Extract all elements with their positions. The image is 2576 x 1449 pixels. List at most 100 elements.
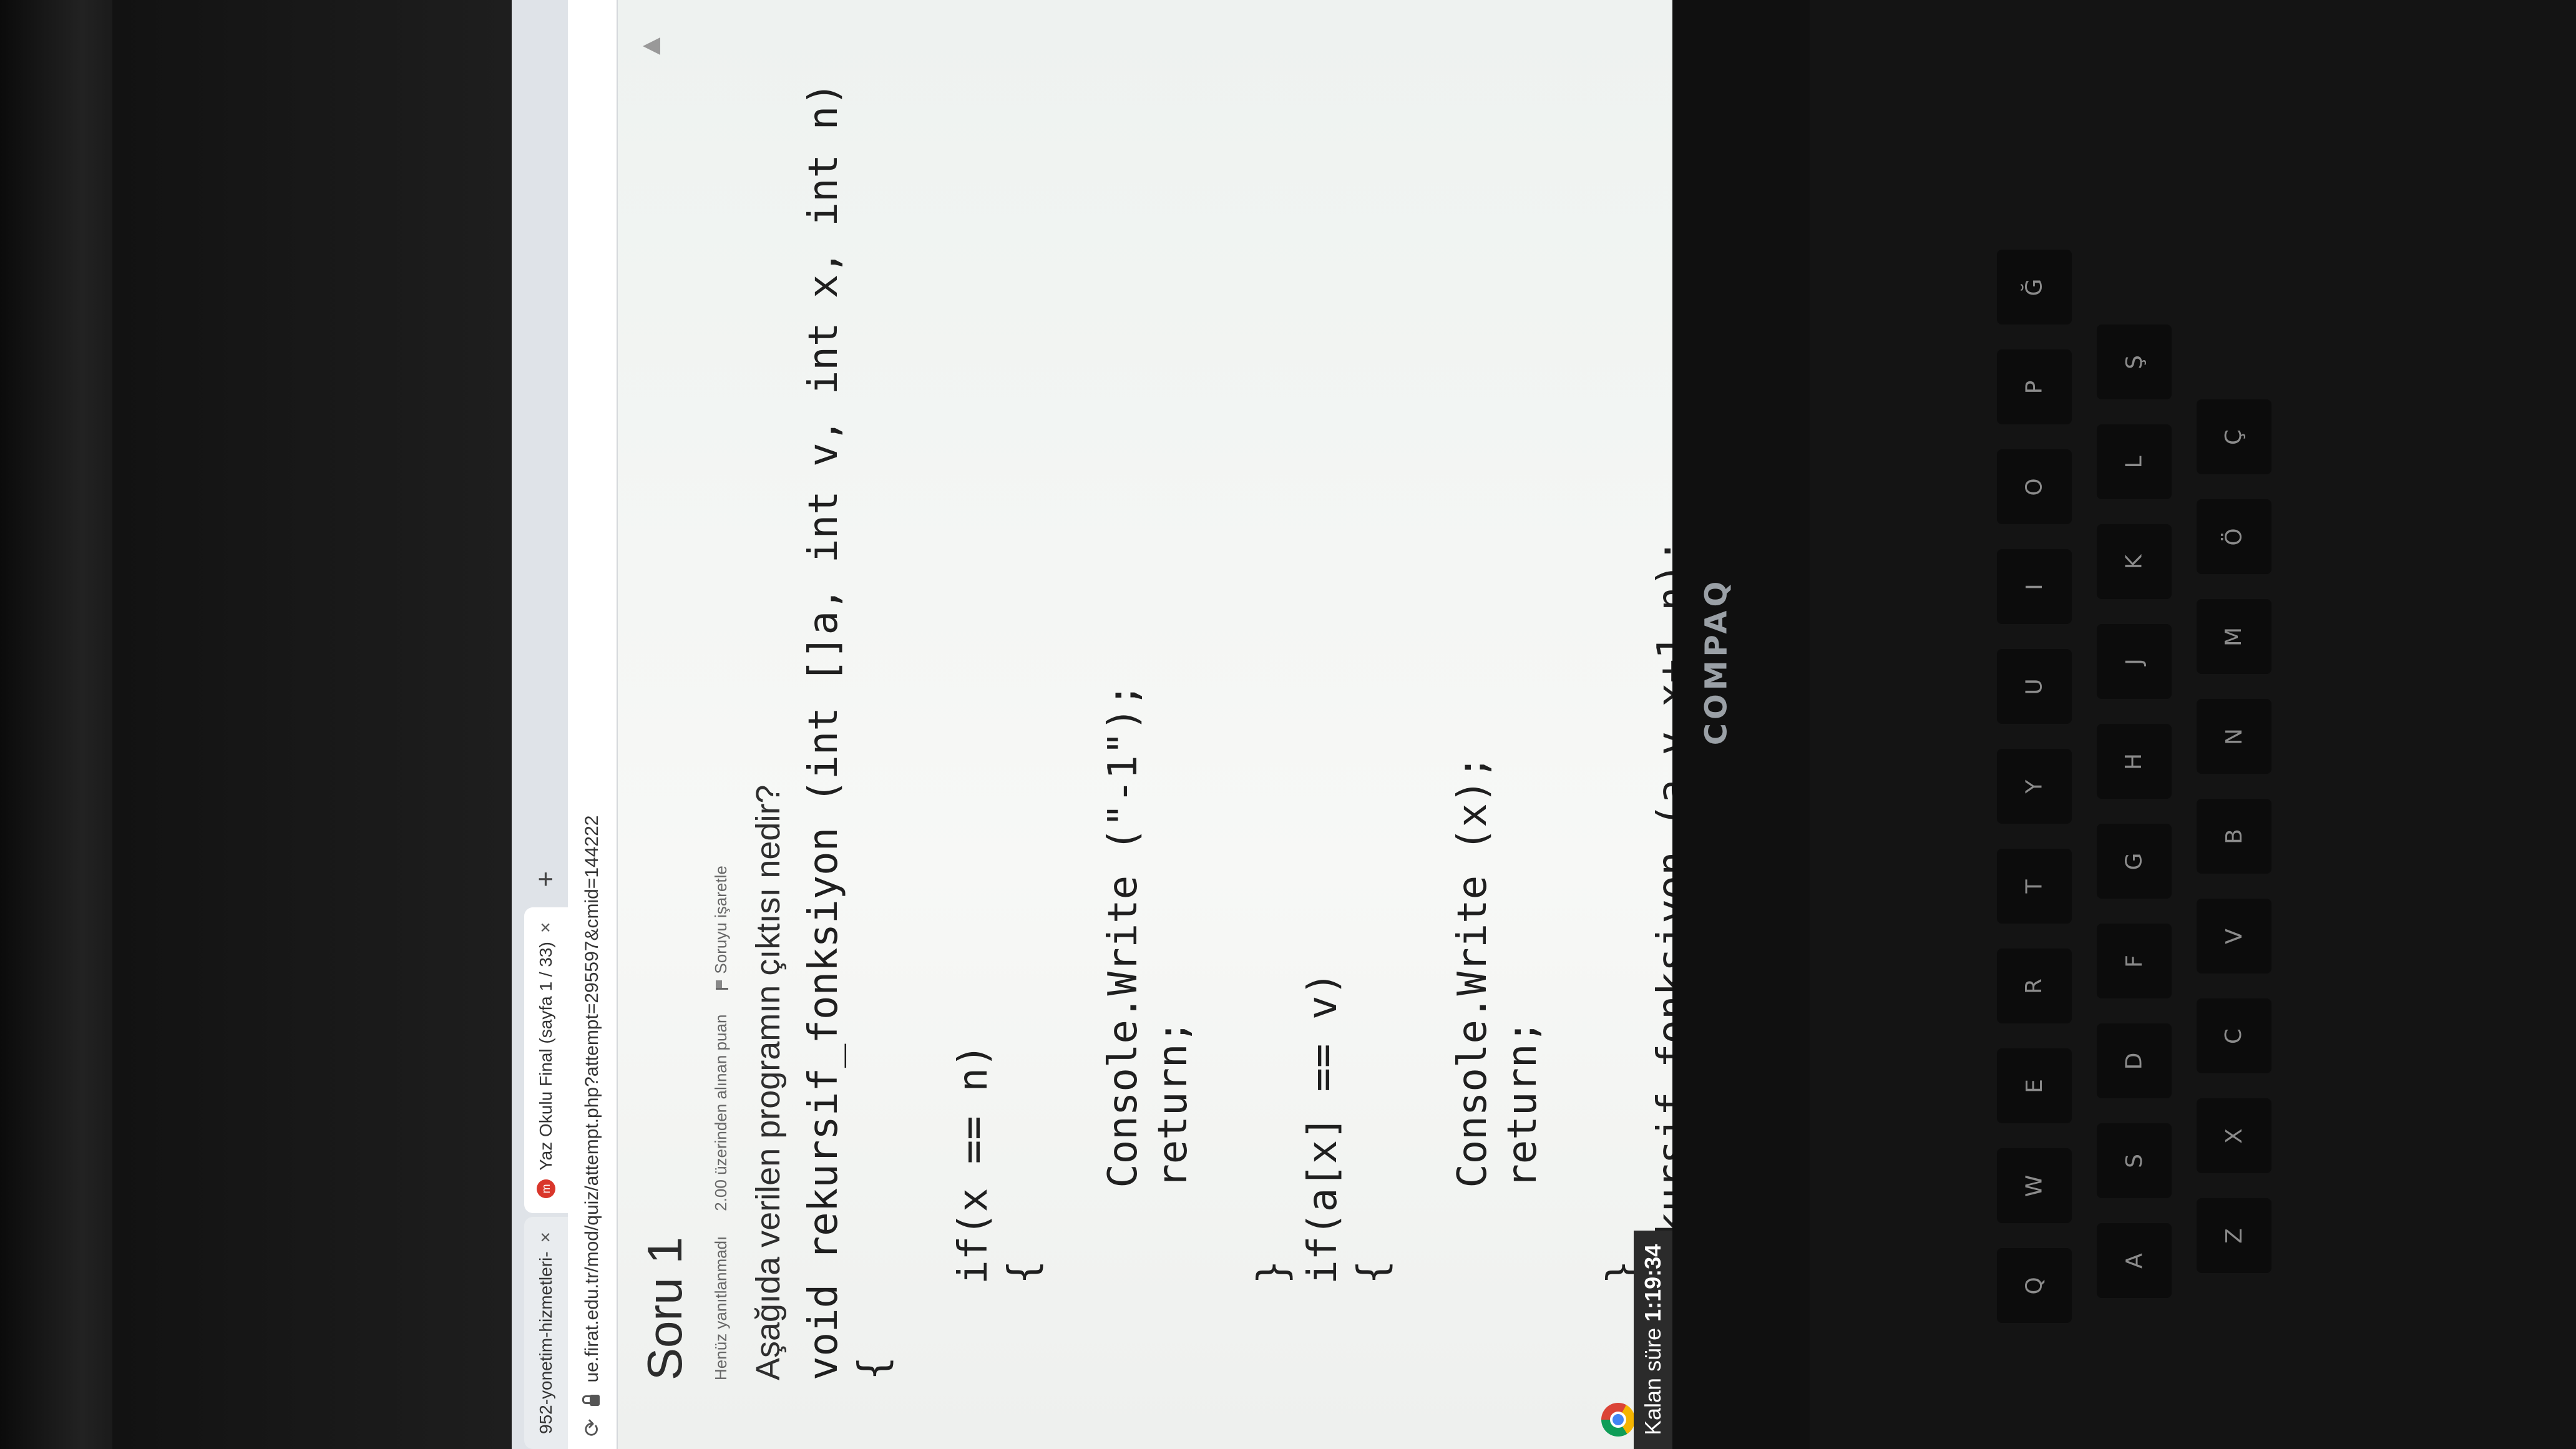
key-j: J [2097,624,2172,699]
laptop-bezel-top [112,0,512,1449]
code-line: if(a[x] == v) [1300,971,1346,1380]
lock-icon [590,1395,600,1407]
key-label: J [2121,658,2147,665]
code-line: } [1599,1260,1646,1380]
question-points: 2.00 üzerinden alınan puan [711,1014,730,1211]
key-p: P [1997,349,2072,424]
code-line: { [1000,1260,1046,1380]
key-l: L [2097,424,2172,499]
key-e: E [1997,1048,2072,1123]
key-t: T [1997,849,2072,924]
key-label: D [2121,1052,2147,1070]
code-line: { [851,1356,897,1380]
key-f: F [2097,924,2172,998]
key-label: F [2121,954,2147,968]
key-label: Ç [2221,429,2247,445]
key-label: O [2021,477,2047,496]
key-n: N [2197,699,2271,774]
key-label: W [2021,1174,2047,1197]
key-o: O [1997,449,2072,524]
question-meta: Henüz yanıtlanmadı 2.00 üzerinden alınan… [711,866,731,1380]
timer-label: Kalan süre [1640,1327,1666,1435]
key-label: T [2021,879,2047,893]
time-remaining: Kalan süre 1:19:34 [1634,1230,1672,1449]
key-label: X [2221,1128,2247,1144]
key-label: H [2121,753,2147,770]
key-h: H [2097,724,2172,799]
question-title: Soru 1 [637,1237,692,1380]
key-k: K [2097,524,2172,599]
photo-scene: 952-yonetim-hizmetleri- × m Yaz Okulu Fi… [0,0,2576,1449]
timer-value: 1:19:34 [1640,1244,1666,1322]
key-label: C [2221,1028,2247,1044]
key-label: Q [2021,1276,2047,1295]
close-icon[interactable]: × [535,922,557,934]
address-bar[interactable]: ⟳ ue.firat.edu.tr/mod/quiz/attempt.php?a… [568,0,618,1449]
key-label: S [2121,1153,2147,1168]
key-label: Ğ [2021,278,2047,296]
key-label: A [2121,1252,2147,1269]
tab-yonetim[interactable]: 952-yonetim-hizmetleri- × [524,1216,568,1449]
code-line: Console.Write ("-1"); [1100,683,1146,1380]
key-label: L [2121,455,2147,469]
tab-label: Yaz Okulu Final (sayfa 1 / 33) [536,942,555,1171]
key-ö: Ö [2197,499,2271,574]
key-label: R [2021,978,2047,994]
code-line: } [1250,1260,1296,1380]
browser-window: 952-yonetim-hizmetleri- × m Yaz Okulu Fi… [512,0,1672,1449]
key-g: G [2097,824,2172,899]
key-ğ: Ğ [1997,250,2072,324]
key-i: I [1997,549,2072,624]
key-label: Ö [2221,527,2247,546]
code-line: void rekursif_fonksiyon (int []a, int v,… [801,82,847,1380]
code-line: return; [1150,1020,1196,1380]
key-u: U [1997,649,2072,724]
key-w: W [1997,1148,2072,1223]
key-ş: Ş [2097,324,2172,399]
key-label: P [2021,380,2047,394]
code-line: if(x == n) [950,1043,997,1380]
key-v: V [2197,899,2271,973]
tab-label: 952-yonetim-hizmetleri- [536,1251,555,1434]
key-s: S [2097,1123,2172,1198]
key-c: C [2197,998,2271,1073]
close-icon[interactable]: × [535,1232,557,1243]
key-m: M [2197,599,2271,674]
key-label: E [2021,1078,2047,1093]
key-q: Q [1997,1248,2072,1323]
key-label: Ş [2121,354,2147,369]
question-prompt: Aşağıda verilen programın çıktısı nedir? [749,784,787,1380]
cursor-icon [643,37,660,55]
key-ç: Ç [2197,399,2271,474]
code-line: Console.Write (x); [1450,755,1496,1380]
code-line: { [1350,1260,1396,1380]
chrome-icon[interactable] [1601,1403,1635,1437]
key-label: K [2121,554,2147,569]
key-label: V [2221,928,2247,944]
reload-icon[interactable]: ⟳ [580,1419,605,1437]
brand-logo: COMPAQ [1685,537,1747,786]
code-block: void rekursif_fonksiyon (int []a, int v,… [799,82,1672,1380]
key-label: B [2221,828,2247,844]
flag-label: Soruyu işaretle [711,866,730,974]
laptop-screen: 952-yonetim-hizmetleri- × m Yaz Okulu Fi… [512,0,1672,1449]
flag-question-link[interactable]: Soruyu işaretle [711,866,731,990]
key-d: D [2097,1023,2172,1098]
code-line: rekursif_fonksiyon (a,v,x+1,n); [1649,539,1672,1284]
tab-bar: 952-yonetim-hizmetleri- × m Yaz Okulu Fi… [512,0,568,1449]
tab-quiz[interactable]: m Yaz Okulu Final (sayfa 1 / 33) × [524,907,568,1213]
brand-text: COMPAQ [1699,577,1734,746]
keyboard: Q W E R T Y U I O P Ğ A S D F G H J K L Ş Z X C V B N M Ö Ç [1810,0,2576,1449]
key-r: R [1997,949,2072,1023]
plus-icon[interactable]: + [524,855,568,904]
key-y: Y [1997,749,2072,824]
key-label: M [2221,627,2247,646]
code-line: return; [1500,1020,1546,1380]
url-text[interactable]: ue.firat.edu.tr/mod/quiz/attempt.php?att… [582,816,603,1383]
key-b: B [2197,799,2271,874]
flag-icon [716,978,729,990]
